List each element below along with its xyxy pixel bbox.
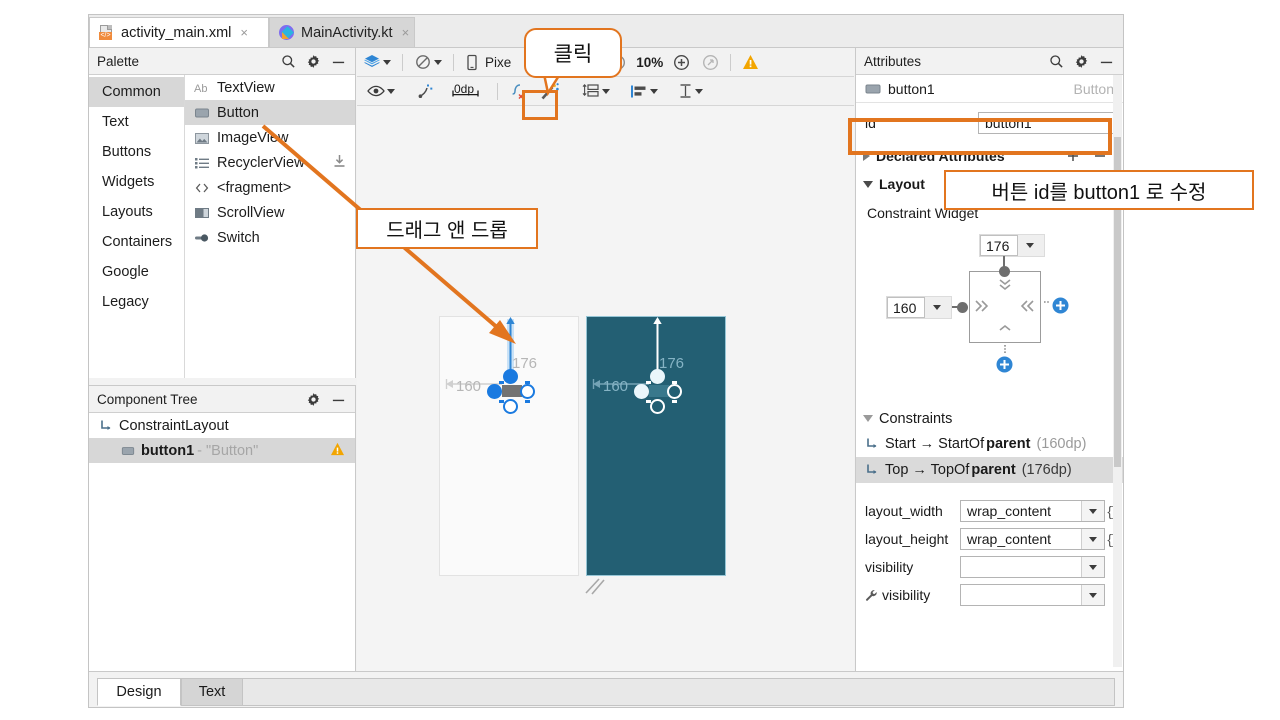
annotation-text: 클릭 [554, 38, 593, 68]
annotation-text: 버튼 id를 button1 로 수정 [992, 176, 1207, 205]
annotation-overlay [0, 0, 1280, 720]
annotation-click-callout: 클릭 [524, 28, 622, 78]
annotation-highlight-infer-constraints [522, 90, 558, 120]
annotation-edit-id-callout: 버튼 id를 button1 로 수정 [944, 170, 1254, 210]
annotation-drag-drop-callout: 드래그 앤 드롭 [356, 208, 538, 249]
annotation-highlight-id-field [848, 118, 1112, 155]
screenshot-root: </> activity_main.xml × MainActivity.kt … [0, 0, 1280, 720]
annotation-text: 드래그 앤 드롭 [386, 214, 508, 243]
